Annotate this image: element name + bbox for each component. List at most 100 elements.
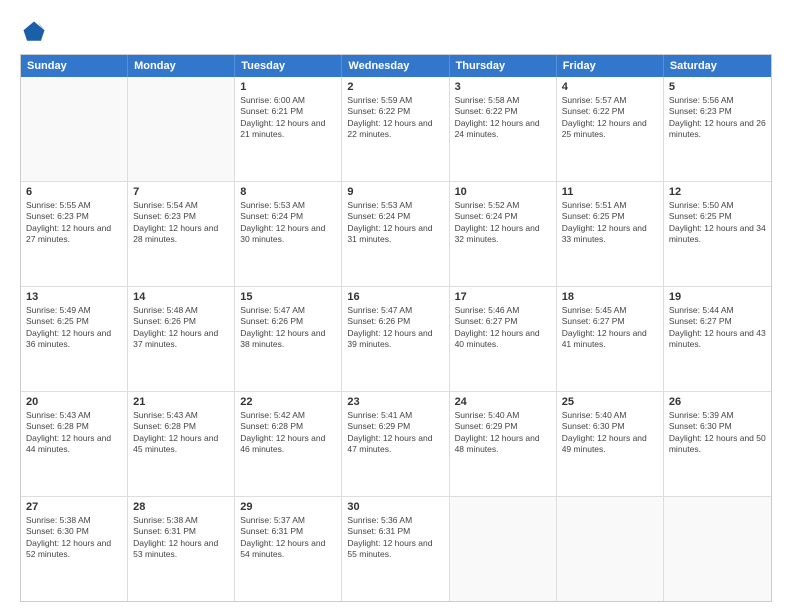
- day-info: Sunrise: 5:43 AMSunset: 6:28 PMDaylight:…: [26, 410, 122, 456]
- cal-week: 13 Sunrise: 5:49 AMSunset: 6:25 PMDayligh…: [21, 287, 771, 392]
- cal-header-cell: Sunday: [21, 55, 128, 77]
- day-info: Sunrise: 5:55 AMSunset: 6:23 PMDaylight:…: [26, 200, 122, 246]
- day-number: 25: [562, 396, 658, 408]
- day-number: 21: [133, 396, 229, 408]
- cal-empty: [21, 77, 128, 181]
- day-info: Sunrise: 5:47 AMSunset: 6:26 PMDaylight:…: [240, 305, 336, 351]
- day-number: 3: [455, 81, 551, 93]
- page: SundayMondayTuesdayWednesdayThursdayFrid…: [0, 0, 792, 612]
- cal-day-21: 21Sunrise: 5:43 AMSunset: 6:28 PMDayligh…: [128, 392, 235, 496]
- logo: [20, 18, 52, 46]
- day-number: 19: [669, 291, 766, 303]
- day-info: Sunrise: 5:47 AMSunset: 6:26 PMDaylight:…: [347, 305, 443, 351]
- cal-week: 27Sunrise: 5:38 AMSunset: 6:30 PMDayligh…: [21, 497, 771, 601]
- header: [20, 18, 772, 46]
- day-number: 17: [455, 291, 551, 303]
- cal-day-27: 27Sunrise: 5:38 AMSunset: 6:30 PMDayligh…: [21, 497, 128, 601]
- cal-day-18: 18 Sunrise: 5:45 AMSunset: 6:27 PMDayligh…: [557, 287, 664, 391]
- day-number: 4: [562, 81, 658, 93]
- cal-day-14: 14 Sunrise: 5:48 AMSunset: 6:26 PMDayligh…: [128, 287, 235, 391]
- cal-week: 20 Sunrise: 5:43 AMSunset: 6:28 PMDayligh…: [21, 392, 771, 497]
- day-info: Sunrise: 5:44 AMSunset: 6:27 PMDaylight:…: [669, 305, 766, 351]
- day-number: 12: [669, 186, 766, 198]
- day-info: Sunrise: 5:53 AMSunset: 6:24 PMDaylight:…: [240, 200, 336, 246]
- cal-day-17: 17 Sunrise: 5:46 AMSunset: 6:27 PMDayligh…: [450, 287, 557, 391]
- day-info: Sunrise: 5:39 AMSunset: 6:30 PMDaylight:…: [669, 410, 766, 456]
- cal-day-28: 28 Sunrise: 5:38 AMSunset: 6:31 PMDayligh…: [128, 497, 235, 601]
- cal-empty: [128, 77, 235, 181]
- day-info: Sunrise: 5:37 AMSunset: 6:31 PMDaylight:…: [240, 515, 336, 561]
- day-info: Sunrise: 5:38 AMSunset: 6:31 PMDaylight:…: [133, 515, 229, 561]
- day-number: 11: [562, 186, 658, 198]
- day-info: Sunrise: 5:41 AMSunset: 6:29 PMDaylight:…: [347, 410, 443, 456]
- cal-day-26: 26 Sunrise: 5:39 AMSunset: 6:30 PMDayligh…: [664, 392, 771, 496]
- cal-day-13: 13 Sunrise: 5:49 AMSunset: 6:25 PMDayligh…: [21, 287, 128, 391]
- cal-day-24: 24 Sunrise: 5:40 AMSunset: 6:29 PMDayligh…: [450, 392, 557, 496]
- cal-day-20: 20 Sunrise: 5:43 AMSunset: 6:28 PMDayligh…: [21, 392, 128, 496]
- day-number: 22: [240, 396, 336, 408]
- cal-day-12: 12 Sunrise: 5:50 AMSunset: 6:25 PMDayligh…: [664, 182, 771, 286]
- cal-header-cell: Friday: [557, 55, 664, 77]
- day-number: 2: [347, 81, 443, 93]
- day-info: Sunrise: 5:46 AMSunset: 6:27 PMDaylight:…: [455, 305, 551, 351]
- day-number: 29: [240, 501, 336, 513]
- day-info: Sunrise: 5:50 AMSunset: 6:25 PMDaylight:…: [669, 200, 766, 246]
- cal-day-2: 2 Sunrise: 5:59 AMSunset: 6:22 PMDaylight…: [342, 77, 449, 181]
- cal-week: 1 Sunrise: 6:00 AMSunset: 6:21 PMDaylight…: [21, 77, 771, 182]
- day-number: 23: [347, 396, 443, 408]
- cal-day-1: 1 Sunrise: 6:00 AMSunset: 6:21 PMDaylight…: [235, 77, 342, 181]
- day-info: Sunrise: 5:49 AMSunset: 6:25 PMDaylight:…: [26, 305, 122, 351]
- day-number: 1: [240, 81, 336, 93]
- day-number: 7: [133, 186, 229, 198]
- day-number: 16: [347, 291, 443, 303]
- day-number: 9: [347, 186, 443, 198]
- calendar: SundayMondayTuesdayWednesdayThursdayFrid…: [20, 54, 772, 602]
- cal-day-29: 29 Sunrise: 5:37 AMSunset: 6:31 PMDayligh…: [235, 497, 342, 601]
- day-number: 30: [347, 501, 443, 513]
- cal-day-7: 7 Sunrise: 5:54 AMSunset: 6:23 PMDaylight…: [128, 182, 235, 286]
- cal-empty: [450, 497, 557, 601]
- cal-header-cell: Tuesday: [235, 55, 342, 77]
- calendar-body: 1 Sunrise: 6:00 AMSunset: 6:21 PMDaylight…: [21, 77, 771, 601]
- day-number: 14: [133, 291, 229, 303]
- cal-day-5: 5Sunrise: 5:56 AMSunset: 6:23 PMDaylight…: [664, 77, 771, 181]
- day-number: 10: [455, 186, 551, 198]
- day-info: Sunrise: 5:48 AMSunset: 6:26 PMDaylight:…: [133, 305, 229, 351]
- day-info: Sunrise: 5:54 AMSunset: 6:23 PMDaylight:…: [133, 200, 229, 246]
- day-number: 6: [26, 186, 122, 198]
- day-number: 20: [26, 396, 122, 408]
- day-info: Sunrise: 5:57 AMSunset: 6:22 PMDaylight:…: [562, 95, 658, 141]
- cal-day-16: 16 Sunrise: 5:47 AMSunset: 6:26 PMDayligh…: [342, 287, 449, 391]
- cal-empty: [557, 497, 664, 601]
- cal-day-23: 23 Sunrise: 5:41 AMSunset: 6:29 PMDayligh…: [342, 392, 449, 496]
- cal-empty: [664, 497, 771, 601]
- day-number: 5: [669, 81, 766, 93]
- cal-day-10: 10 Sunrise: 5:52 AMSunset: 6:24 PMDayligh…: [450, 182, 557, 286]
- cal-header-cell: Wednesday: [342, 55, 449, 77]
- logo-icon: [20, 18, 48, 46]
- day-info: Sunrise: 5:59 AMSunset: 6:22 PMDaylight:…: [347, 95, 443, 141]
- cal-week: 6 Sunrise: 5:55 AMSunset: 6:23 PMDaylight…: [21, 182, 771, 287]
- day-number: 18: [562, 291, 658, 303]
- day-info: Sunrise: 6:00 AMSunset: 6:21 PMDaylight:…: [240, 95, 336, 141]
- day-info: Sunrise: 5:45 AMSunset: 6:27 PMDaylight:…: [562, 305, 658, 351]
- cal-day-6: 6 Sunrise: 5:55 AMSunset: 6:23 PMDaylight…: [21, 182, 128, 286]
- day-number: 24: [455, 396, 551, 408]
- day-info: Sunrise: 5:38 AMSunset: 6:30 PMDaylight:…: [26, 515, 122, 561]
- cal-day-22: 22 Sunrise: 5:42 AMSunset: 6:28 PMDayligh…: [235, 392, 342, 496]
- cal-day-4: 4 Sunrise: 5:57 AMSunset: 6:22 PMDaylight…: [557, 77, 664, 181]
- day-info: Sunrise: 5:52 AMSunset: 6:24 PMDaylight:…: [455, 200, 551, 246]
- day-info: Sunrise: 5:40 AMSunset: 6:29 PMDaylight:…: [455, 410, 551, 456]
- cal-day-30: 30 Sunrise: 5:36 AMSunset: 6:31 PMDayligh…: [342, 497, 449, 601]
- cal-day-3: 3Sunrise: 5:58 AMSunset: 6:22 PMDaylight…: [450, 77, 557, 181]
- day-number: 26: [669, 396, 766, 408]
- day-number: 13: [26, 291, 122, 303]
- day-info: Sunrise: 5:36 AMSunset: 6:31 PMDaylight:…: [347, 515, 443, 561]
- calendar-header: SundayMondayTuesdayWednesdayThursdayFrid…: [21, 55, 771, 77]
- cal-day-8: 8Sunrise: 5:53 AMSunset: 6:24 PMDaylight…: [235, 182, 342, 286]
- day-info: Sunrise: 5:53 AMSunset: 6:24 PMDaylight:…: [347, 200, 443, 246]
- day-info: Sunrise: 5:42 AMSunset: 6:28 PMDaylight:…: [240, 410, 336, 456]
- cal-header-cell: Saturday: [664, 55, 771, 77]
- cal-day-15: 15Sunrise: 5:47 AMSunset: 6:26 PMDayligh…: [235, 287, 342, 391]
- day-number: 28: [133, 501, 229, 513]
